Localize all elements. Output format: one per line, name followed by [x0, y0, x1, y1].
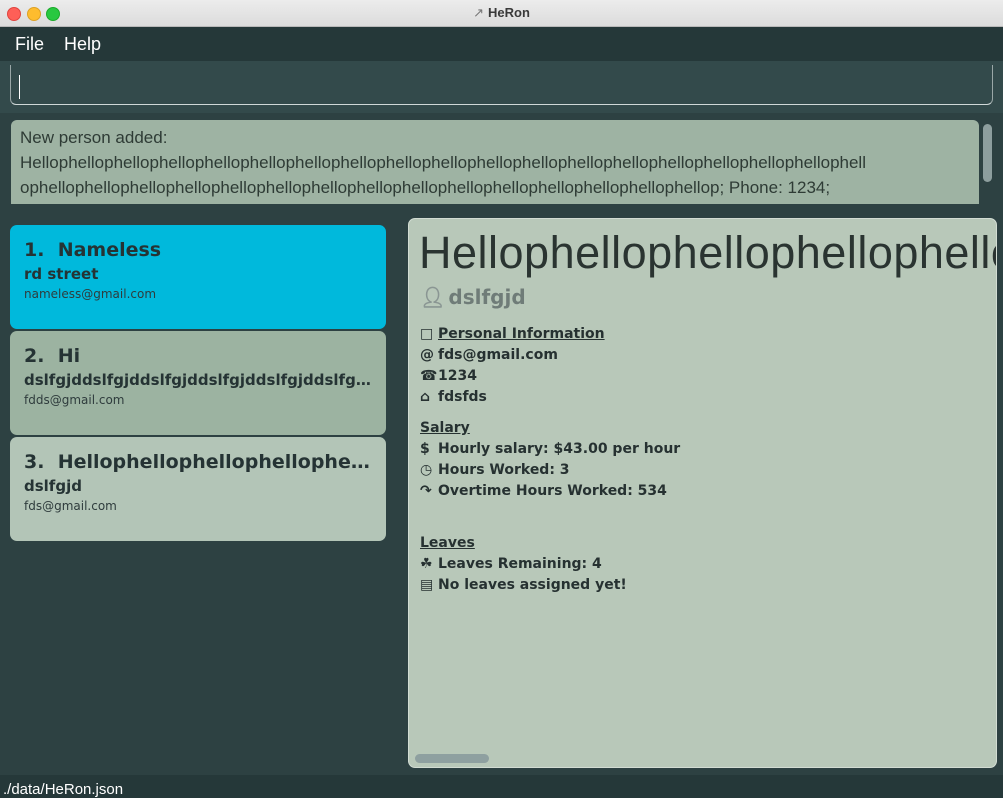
personal-info-header: □ Personal Information: [420, 326, 605, 342]
person-card-name-text: Hellophellophellophellophellophellophell…: [57, 451, 372, 473]
window-title-text: HeRon: [488, 5, 530, 20]
person-detail-panel: Hellophellophellophellophellophellophell…: [408, 218, 997, 768]
person-card-index: 1.: [24, 239, 45, 261]
person-card-email: fdds@gmail.com: [24, 393, 125, 407]
result-line-1: New person added:: [20, 128, 168, 147]
calendar-icon: ▤: [420, 577, 434, 593]
person-card-1[interactable]: 1. Nameless rd street nameless@gmail.com: [10, 225, 386, 329]
id-card-icon: □: [420, 326, 434, 342]
phone-icon: ☎: [420, 368, 438, 384]
person-card-name-text: Hi: [57, 345, 81, 367]
detail-overtime: ↷ Overtime Hours Worked: 534: [420, 483, 667, 499]
person-card-name: 3. Hellophellophellophellophellophelloph…: [24, 451, 372, 473]
detail-address: 👤︎ dslfgjd: [420, 285, 526, 309]
result-scrollbar[interactable]: [983, 124, 992, 182]
leaf-icon: ☘: [420, 556, 433, 572]
window-title-bar: ↗ HeRon: [0, 0, 1003, 27]
menu-file[interactable]: File: [15, 34, 44, 55]
person-card-address: dslfgjddslfgjddslfgjddslfgjddslfgjddslfg…: [24, 371, 372, 389]
detail-email-text: fds@gmail.com: [438, 347, 558, 363]
detail-name: Hellophellophellophellophellophellophell…: [419, 227, 996, 278]
window-title: ↗ HeRon: [0, 5, 1003, 21]
detail-horizontal-scrollbar[interactable]: [415, 754, 489, 763]
person-card-index: 2.: [24, 345, 45, 367]
person-card-email: nameless@gmail.com: [24, 287, 157, 301]
detail-hours-worked-text: Hours Worked: 3: [438, 462, 570, 478]
status-file-path: ./data/HeRon.json: [3, 781, 124, 798]
leaves-header-text: Leaves: [420, 535, 475, 551]
person-card-name: 2. Hi: [24, 345, 372, 367]
clock-icon: ◷: [420, 462, 433, 478]
detail-address-text: dslfgjd: [448, 285, 526, 309]
command-box[interactable]: [10, 65, 993, 105]
detail-leaves-assigned-text: No leaves assigned yet!: [438, 577, 627, 593]
person-card-index: 3.: [24, 451, 45, 473]
person-card-2[interactable]: 2. Hi dslfgjddslfgjddslfgjddslfgjddslfgj…: [10, 331, 386, 435]
detail-home-text: fdsfds: [438, 389, 487, 405]
detail-phone: ☎1234: [420, 368, 477, 384]
menu-help[interactable]: Help: [64, 34, 101, 55]
person-card-name-text: Nameless: [57, 239, 162, 261]
person-card-name: 1. Nameless: [24, 239, 372, 261]
command-input[interactable]: [11, 65, 992, 104]
menu-bar: File Help: [0, 27, 1003, 61]
person-card-email: fds@gmail.com: [24, 499, 117, 513]
overtime-icon: ↷: [420, 483, 432, 499]
result-line-3: ophellophellophellophellophellophellophe…: [20, 178, 831, 197]
result-display: New person added: Hellophellophellophell…: [11, 120, 979, 204]
salary-header: Salary: [420, 420, 470, 436]
at-icon: @: [420, 347, 434, 363]
salary-header-text: Salary: [420, 420, 470, 436]
heron-icon: ↗: [473, 5, 484, 20]
detail-hourly-salary: $ Hourly salary: $43.00 per hour: [420, 441, 680, 457]
detail-email: @ fds@gmail.com: [420, 347, 558, 363]
personal-info-header-text: Personal Information: [438, 326, 605, 342]
detail-leaves-remaining: ☘ Leaves Remaining: 4: [420, 556, 602, 572]
house-icon: ⌂: [420, 389, 431, 405]
detail-leaves-assigned: ▤ No leaves assigned yet!: [420, 577, 627, 593]
person-card-address: dslfgjd: [24, 477, 82, 495]
status-bar: ./data/HeRon.json: [0, 775, 1003, 798]
result-line-2: Hellophellophellophellophellophellophell…: [20, 153, 866, 172]
person-card-3[interactable]: 3. Hellophellophellophellophellophelloph…: [10, 437, 386, 541]
detail-phone-text: 1234: [438, 368, 477, 384]
person-icon: 👤︎: [420, 285, 446, 309]
text-caret: [19, 75, 20, 99]
detail-hours-worked: ◷ Hours Worked: 3: [420, 462, 570, 478]
dollar-icon: $: [420, 441, 430, 457]
detail-hourly-salary-text: Hourly salary: $43.00 per hour: [438, 441, 681, 457]
leaves-header: Leaves: [420, 535, 475, 551]
person-card-address: rd street: [24, 265, 99, 283]
detail-home: ⌂ fdsfds: [420, 389, 487, 405]
detail-leaves-remaining-text: Leaves Remaining: 4: [438, 556, 602, 572]
detail-overtime-text: Overtime Hours Worked: 534: [438, 483, 667, 499]
